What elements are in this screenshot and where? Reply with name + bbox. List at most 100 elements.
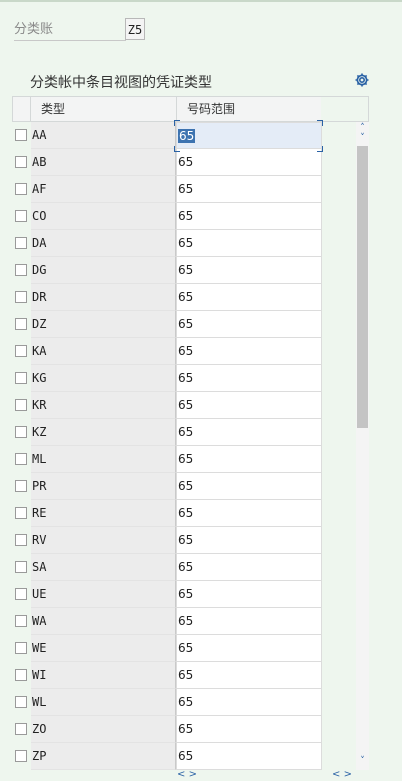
table-row[interactable]: ML 65: [12, 446, 356, 473]
row-selector[interactable]: [12, 743, 31, 770]
type-cell[interactable]: CO: [31, 203, 176, 230]
row-selector[interactable]: [12, 122, 31, 149]
row-selector[interactable]: [12, 635, 31, 662]
table-row[interactable]: RE 65: [12, 500, 356, 527]
row-checkbox[interactable]: [15, 156, 27, 168]
table-row[interactable]: UE 65: [12, 581, 356, 608]
row-selector[interactable]: [12, 527, 31, 554]
table-row[interactable]: RV 65: [12, 527, 356, 554]
row-selector[interactable]: [12, 284, 31, 311]
row-selector[interactable]: [12, 392, 31, 419]
type-cell[interactable]: RV: [31, 527, 176, 554]
type-cell[interactable]: WA: [31, 608, 176, 635]
range-cell[interactable]: 65: [176, 662, 322, 689]
table-row[interactable]: CO 65: [12, 203, 356, 230]
row-checkbox[interactable]: [15, 534, 27, 546]
row-checkbox[interactable]: [15, 453, 27, 465]
scroll-left-icon[interactable]: <: [332, 769, 340, 780]
table-row[interactable]: DR 65: [12, 284, 356, 311]
row-selector[interactable]: [12, 689, 31, 716]
range-cell[interactable]: 65: [176, 473, 322, 500]
type-cell[interactable]: KR: [31, 392, 176, 419]
type-cell[interactable]: DZ: [31, 311, 176, 338]
type-cell[interactable]: UE: [31, 581, 176, 608]
row-selector[interactable]: [12, 473, 31, 500]
type-cell[interactable]: WI: [31, 662, 176, 689]
range-cell[interactable]: 65: [176, 743, 322, 770]
type-cell[interactable]: DA: [31, 230, 176, 257]
range-cell[interactable]: 65: [176, 419, 322, 446]
row-selector[interactable]: [12, 257, 31, 284]
type-cell[interactable]: KZ: [31, 419, 176, 446]
row-checkbox[interactable]: [15, 750, 27, 762]
range-cell[interactable]: 65: [176, 149, 322, 176]
row-checkbox[interactable]: [15, 696, 27, 708]
table-row[interactable]: WI 65: [12, 662, 356, 689]
table-row[interactable]: AF 65: [12, 176, 356, 203]
row-checkbox[interactable]: [15, 426, 27, 438]
row-selector[interactable]: [12, 230, 31, 257]
type-cell[interactable]: DR: [31, 284, 176, 311]
type-cell[interactable]: AB: [31, 149, 176, 176]
range-cell[interactable]: 65: [176, 689, 322, 716]
row-checkbox[interactable]: [15, 264, 27, 276]
row-checkbox[interactable]: [15, 480, 27, 492]
type-cell[interactable]: KA: [31, 338, 176, 365]
table-row[interactable]: DZ 65: [12, 311, 356, 338]
range-cell[interactable]: 65: [176, 338, 322, 365]
table-row[interactable]: SA 65: [12, 554, 356, 581]
scroll-left-right-icon[interactable]: < >: [177, 769, 197, 780]
range-cell[interactable]: 65: [176, 230, 322, 257]
table-row[interactable]: AB 65: [12, 149, 356, 176]
table-row[interactable]: KZ 65: [12, 419, 356, 446]
range-cell[interactable]: 65: [176, 500, 322, 527]
table-row[interactable]: DG 65: [12, 257, 356, 284]
row-checkbox[interactable]: [15, 669, 27, 681]
range-cell[interactable]: 65: [176, 554, 322, 581]
row-selector[interactable]: [12, 716, 31, 743]
column-header-range[interactable]: 号码范围: [176, 96, 322, 122]
range-cell[interactable]: 65: [176, 203, 322, 230]
scroll-left-icon[interactable]: <: [177, 769, 185, 780]
row-selector[interactable]: [12, 311, 31, 338]
table-row[interactable]: AA 65: [12, 122, 356, 149]
row-checkbox[interactable]: [15, 615, 27, 627]
type-cell[interactable]: ZO: [31, 716, 176, 743]
row-checkbox[interactable]: [15, 183, 27, 195]
row-selector[interactable]: [12, 500, 31, 527]
scroll-down-icon[interactable]: ˅: [356, 756, 369, 767]
range-cell[interactable]: 65: [176, 122, 322, 149]
range-cell[interactable]: 65: [176, 581, 322, 608]
row-checkbox[interactable]: [15, 291, 27, 303]
type-cell[interactable]: AA: [31, 122, 176, 149]
row-selector[interactable]: [12, 338, 31, 365]
gear-icon[interactable]: [354, 72, 370, 88]
scroll-left-right-icon[interactable]: < >: [332, 769, 352, 780]
ledger-field[interactable]: Z5: [125, 18, 145, 40]
row-selector[interactable]: [12, 365, 31, 392]
row-selector[interactable]: [12, 176, 31, 203]
row-selector[interactable]: [12, 419, 31, 446]
type-cell[interactable]: WL: [31, 689, 176, 716]
table-row[interactable]: KR 65: [12, 392, 356, 419]
scroll-down-small-icon[interactable]: ˅: [356, 133, 369, 144]
type-cell[interactable]: RE: [31, 500, 176, 527]
table-row[interactable]: KG 65: [12, 365, 356, 392]
row-checkbox[interactable]: [15, 129, 27, 141]
table-row[interactable]: WA 65: [12, 608, 356, 635]
row-selector[interactable]: [12, 662, 31, 689]
range-cell[interactable]: 65: [176, 716, 322, 743]
range-cell[interactable]: 65: [176, 365, 322, 392]
type-cell[interactable]: ZP: [31, 743, 176, 770]
range-cell[interactable]: 65: [176, 635, 322, 662]
table-row[interactable]: KA 65: [12, 338, 356, 365]
row-selector[interactable]: [12, 608, 31, 635]
row-checkbox[interactable]: [15, 345, 27, 357]
range-cell[interactable]: 65: [176, 284, 322, 311]
row-selector[interactable]: [12, 581, 31, 608]
vertical-scrollbar[interactable]: ˄ ˅ ˅: [356, 122, 369, 770]
row-selector[interactable]: [12, 446, 31, 473]
range-cell[interactable]: 65: [176, 257, 322, 284]
table-row[interactable]: DA 65: [12, 230, 356, 257]
type-cell[interactable]: ML: [31, 446, 176, 473]
